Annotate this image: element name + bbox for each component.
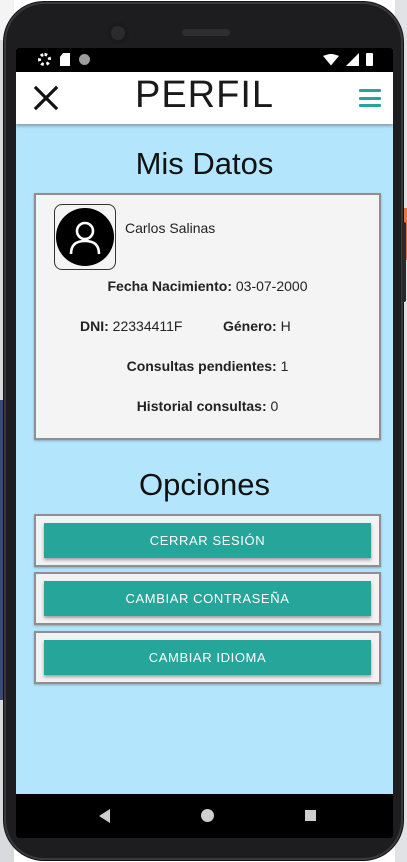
gender-label: Género: bbox=[223, 318, 277, 334]
status-bar-left bbox=[38, 53, 90, 66]
close-icon[interactable] bbox=[32, 84, 60, 112]
gender-field: Género: H bbox=[223, 318, 291, 334]
logout-button-container: CERRAR SESIÓN bbox=[34, 514, 381, 567]
birth-date-value: 03-07-2000 bbox=[235, 278, 308, 294]
avatar bbox=[54, 204, 116, 270]
app-bar: PERFIL bbox=[16, 72, 393, 124]
screen: PERFIL Mis Datos Carlos Salinas Fecha Na… bbox=[16, 48, 393, 838]
settings-gear-icon bbox=[38, 53, 51, 66]
back-icon[interactable] bbox=[99, 809, 110, 823]
menu-line bbox=[359, 89, 381, 92]
wifi-icon bbox=[323, 53, 339, 66]
home-icon[interactable] bbox=[201, 809, 214, 822]
user-name: Carlos Salinas bbox=[125, 220, 216, 236]
change-password-button-container: CAMBIAR CONTRASEÑA bbox=[34, 572, 381, 625]
menu-line bbox=[359, 104, 381, 107]
gender-value: H bbox=[280, 318, 291, 334]
status-bar bbox=[16, 48, 393, 72]
section-title-mis-datos: Mis Datos bbox=[135, 146, 274, 181]
profile-card: Carlos Salinas Fecha Nacimiento: 03-07-2… bbox=[34, 193, 381, 440]
birth-date-field: Fecha Nacimiento: 03-07-2000 bbox=[36, 278, 379, 294]
change-password-button[interactable]: CAMBIAR CONTRASEÑA bbox=[44, 581, 371, 616]
dni-label: DNI: bbox=[80, 318, 109, 334]
user-avatar-icon bbox=[56, 208, 114, 266]
cell-signal-icon bbox=[346, 53, 359, 66]
hamburger-menu-icon[interactable] bbox=[359, 89, 381, 107]
sd-card-icon bbox=[60, 53, 70, 66]
phone-side-button bbox=[402, 222, 406, 302]
logout-button[interactable]: CERRAR SESIÓN bbox=[44, 523, 371, 558]
battery-icon bbox=[366, 53, 373, 66]
front-camera bbox=[107, 22, 129, 44]
status-bar-right bbox=[323, 53, 373, 66]
phone-frame: PERFIL Mis Datos Carlos Salinas Fecha Na… bbox=[4, 2, 406, 860]
page-title: PERFIL bbox=[134, 74, 275, 116]
section-title-opciones: Opciones bbox=[139, 467, 270, 502]
dni-value: 22334411F bbox=[112, 318, 183, 334]
earpiece-speaker bbox=[182, 29, 230, 36]
menu-line bbox=[359, 96, 381, 100]
dni-field: DNI: 22334411F bbox=[80, 318, 182, 334]
recents-icon[interactable] bbox=[305, 810, 316, 821]
pending-consultations-label: Consultas pendientes: bbox=[126, 358, 277, 374]
change-language-button-container: CAMBIAR IDIOMA bbox=[34, 631, 381, 684]
consultation-history-label: Historial consultas: bbox=[136, 398, 267, 414]
system-nav-bar bbox=[16, 794, 393, 838]
change-language-button[interactable]: CAMBIAR IDIOMA bbox=[44, 640, 371, 675]
consultation-history-value: 0 bbox=[270, 398, 279, 414]
pending-consultations-field: Consultas pendientes: 1 bbox=[36, 358, 379, 374]
birth-date-label: Fecha Nacimiento: bbox=[107, 278, 232, 294]
consultation-history-field: Historial consultas: 0 bbox=[36, 398, 379, 414]
notification-dot-icon bbox=[79, 54, 90, 65]
pending-consultations-value: 1 bbox=[280, 358, 289, 374]
